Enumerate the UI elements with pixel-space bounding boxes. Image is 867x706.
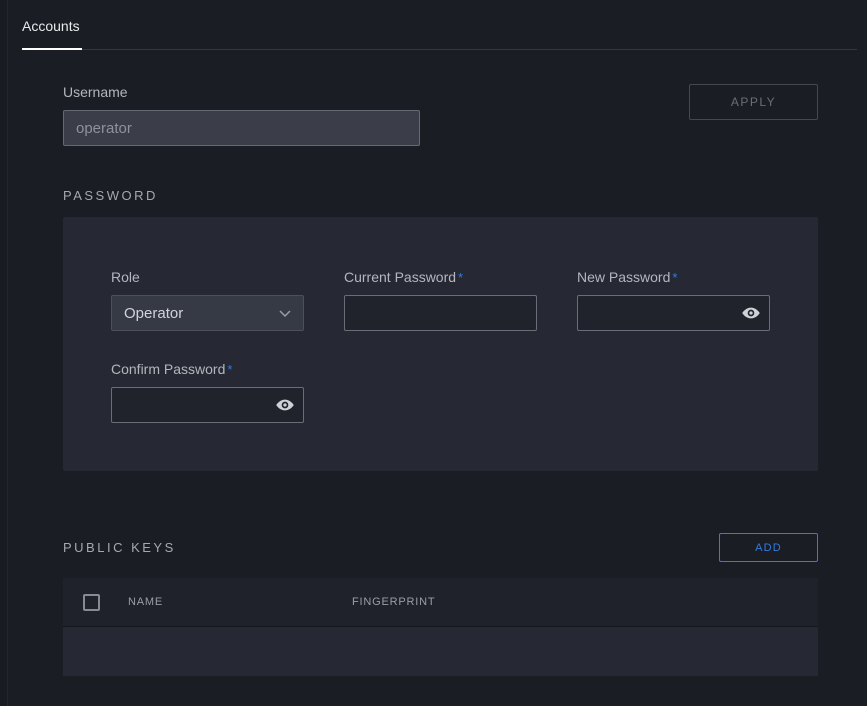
required-marker: * <box>672 270 677 285</box>
current-password-input[interactable] <box>344 295 537 331</box>
current-password-field-group: Current Password* <box>344 269 537 331</box>
current-password-label: Current Password* <box>344 269 537 285</box>
new-password-field-group: New Password* <box>577 269 770 331</box>
public-keys-heading: PUBLIC KEYS <box>63 540 176 555</box>
required-marker: * <box>458 270 463 285</box>
tab-accounts[interactable]: Accounts <box>22 18 82 50</box>
password-panel: Role Operator Current Password* <box>63 217 818 471</box>
new-password-input-wrap <box>577 295 770 331</box>
current-password-input-wrap <box>344 295 537 331</box>
apply-button[interactable]: APPLY <box>689 84 818 120</box>
select-all-checkbox[interactable] <box>83 594 100 611</box>
required-marker: * <box>227 362 232 377</box>
username-label: Username <box>63 84 420 100</box>
table-empty-row <box>63 627 818 676</box>
password-section-heading: PASSWORD <box>63 188 818 203</box>
table-header-row: NAME FINGERPRINT <box>63 578 818 627</box>
public-keys-table: NAME FINGERPRINT <box>63 578 818 676</box>
username-input[interactable] <box>63 110 420 146</box>
accounts-page: Accounts Username APPLY PASSWORD Role Op… <box>0 0 867 706</box>
password-fields-grid: Role Operator Current Password* <box>111 269 770 423</box>
role-select[interactable]: Operator <box>111 295 304 331</box>
confirm-password-field-group: Confirm Password* <box>111 361 304 423</box>
show-password-eye-icon[interactable] <box>275 395 295 415</box>
chevron-down-icon <box>279 305 291 322</box>
confirm-password-input-wrap <box>111 387 304 423</box>
public-keys-header: PUBLIC KEYS ADD <box>63 533 818 562</box>
confirm-password-label: Confirm Password* <box>111 361 304 377</box>
new-password-label: New Password* <box>577 269 770 285</box>
content-area: Username APPLY PASSWORD Role Operator <box>63 84 818 676</box>
username-field-group: Username <box>63 84 420 146</box>
column-header-fingerprint: FINGERPRINT <box>352 596 435 608</box>
role-label: Role <box>111 269 304 285</box>
username-row: Username APPLY <box>63 84 818 146</box>
add-public-key-button[interactable]: ADD <box>719 533 818 562</box>
role-selected-value: Operator <box>124 305 183 322</box>
show-password-eye-icon[interactable] <box>741 303 761 323</box>
column-header-name: NAME <box>128 596 352 608</box>
role-field-group: Role Operator <box>111 269 304 331</box>
tab-accounts-label: Accounts <box>22 18 80 34</box>
tabbar: Accounts <box>22 0 857 50</box>
